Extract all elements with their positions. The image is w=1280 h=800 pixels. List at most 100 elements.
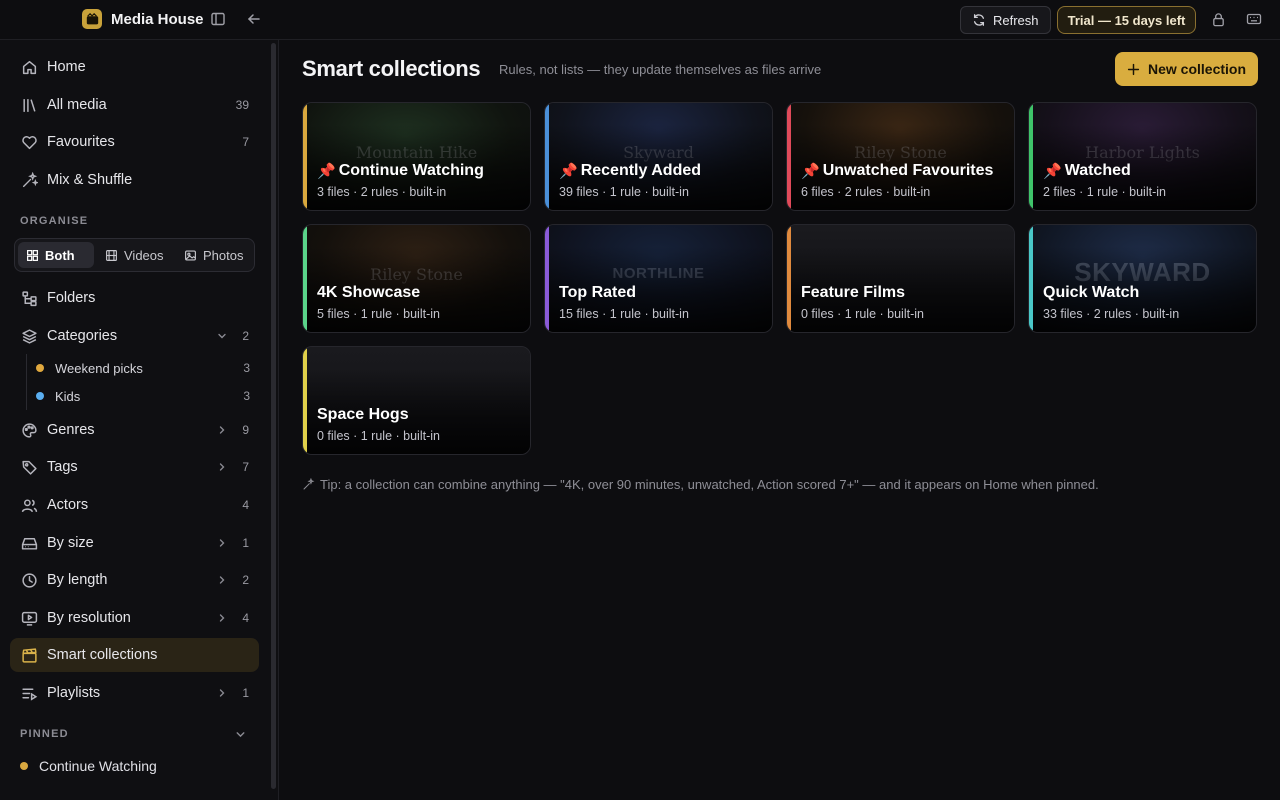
clock-icon bbox=[20, 571, 38, 589]
sidebar-item-by-resolution[interactable]: By resolution 4 bbox=[10, 601, 259, 635]
chevron-right-icon[interactable] bbox=[215, 611, 229, 625]
sidebar-item-count: 9 bbox=[242, 423, 249, 437]
card-title-label: Recently Added bbox=[580, 162, 702, 179]
sidebar-item-by-size[interactable]: By size 1 bbox=[10, 526, 259, 560]
app-logo-icon bbox=[82, 9, 102, 29]
sidebar-item-label: Tags bbox=[47, 459, 78, 475]
category-color-dot bbox=[36, 364, 44, 372]
sidebar-item-favourites[interactable]: Favourites 7 bbox=[10, 125, 259, 159]
card-title: 📌 Recently Added bbox=[559, 162, 701, 180]
sidebar-item-genres[interactable]: Genres 9 bbox=[10, 413, 259, 447]
sidebar-item-smart-collections[interactable]: Smart collections bbox=[10, 638, 259, 672]
collection-card[interactable]: Feature Films 0 files · 1 rule · built-in bbox=[786, 224, 1015, 333]
refresh-button[interactable]: Refresh bbox=[960, 6, 1051, 34]
sidebar-item-home[interactable]: Home bbox=[10, 50, 259, 84]
card-accent-bar bbox=[303, 225, 307, 332]
collection-card[interactable]: Space Hogs 0 files · 1 rule · built-in bbox=[302, 346, 531, 455]
section-label-organise: ORGANISE bbox=[20, 215, 89, 227]
chevron-right-icon[interactable] bbox=[215, 686, 229, 700]
card-title-label: Space Hogs bbox=[317, 406, 409, 423]
trial-badge-button[interactable]: Trial — 15 days left bbox=[1057, 6, 1196, 34]
card-accent-bar bbox=[545, 225, 549, 332]
keyboard-icon[interactable] bbox=[1245, 10, 1263, 28]
sidebar-item-count: 7 bbox=[242, 135, 249, 149]
category-label: Weekend picks bbox=[55, 360, 143, 376]
category-item-weekend-picks[interactable]: Weekend picks 3 bbox=[36, 355, 259, 381]
chevron-right-icon[interactable] bbox=[215, 573, 229, 587]
sidebar-item-tags[interactable]: Tags 7 bbox=[10, 450, 259, 484]
category-label: Kids bbox=[55, 388, 81, 404]
lock-icon[interactable] bbox=[1209, 10, 1227, 28]
sidebar-item-actors[interactable]: Actors 4 bbox=[10, 488, 259, 522]
card-meta: 2 files · 1 rule · built-in bbox=[1043, 185, 1166, 199]
chevron-right-icon[interactable] bbox=[215, 536, 229, 550]
film-icon bbox=[106, 249, 117, 261]
library-icon bbox=[20, 96, 38, 114]
sidebar-item-count: 39 bbox=[235, 98, 249, 112]
sidebar-item-label: Categories bbox=[47, 328, 118, 344]
refresh-icon bbox=[973, 14, 985, 26]
collection-card[interactable]: Skyward📌Recently Added39 files · 1 rule … bbox=[544, 102, 773, 211]
sidebar-item-playlists[interactable]: Playlists 1 bbox=[10, 676, 259, 710]
collection-card[interactable]: SKYWARDQuick Watch33 files · 2 rules · b… bbox=[1028, 224, 1257, 333]
card-meta: 6 files · 2 rules · built-in bbox=[801, 185, 931, 199]
back-arrow-icon[interactable] bbox=[245, 10, 263, 28]
card-title: 4K Showcase bbox=[317, 284, 420, 302]
pinned-color-dot bbox=[20, 762, 28, 770]
card-title-label: Continue Watching bbox=[338, 162, 484, 179]
category-count: 3 bbox=[243, 389, 250, 403]
card-title-label: Watched bbox=[1064, 162, 1131, 179]
sidebar-item-label: By resolution bbox=[47, 610, 131, 626]
palette-icon bbox=[20, 421, 38, 439]
chevron-right-icon[interactable] bbox=[215, 460, 229, 474]
sidebar-item-label: Favourites bbox=[47, 134, 115, 150]
sidebar-item-all-media[interactable]: All media 39 bbox=[10, 88, 259, 122]
card-title-label: Quick Watch bbox=[1043, 284, 1140, 301]
hard-drive-icon bbox=[20, 534, 38, 552]
sparkles-icon bbox=[303, 478, 315, 490]
chevron-right-icon[interactable] bbox=[215, 423, 229, 437]
pinned-collapse-chevron-icon[interactable] bbox=[234, 728, 248, 742]
tag-icon bbox=[20, 458, 38, 476]
tree-guide-line bbox=[26, 354, 27, 410]
sidebar-item-label: Genres bbox=[47, 422, 95, 438]
card-meta: 39 files · 1 rule · built-in bbox=[559, 185, 689, 199]
new-collection-button[interactable]: New collection bbox=[1115, 52, 1258, 86]
sidebar-item-label: Playlists bbox=[47, 685, 101, 701]
collection-card[interactable]: NORTHLINETop Rated15 files · 1 rule · bu… bbox=[544, 224, 773, 333]
chevron-down-icon[interactable] bbox=[215, 329, 229, 343]
section-label-pinned: PINNED bbox=[20, 728, 69, 740]
filter-videos-label: Videos bbox=[124, 247, 164, 263]
sidebar-item-categories[interactable]: Categories 2 bbox=[10, 319, 259, 353]
new-collection-label: New collection bbox=[1147, 61, 1247, 77]
pinned-item-label: Continue Watching bbox=[39, 758, 157, 774]
sidebar-item-mix-shuffle[interactable]: Mix & Shuffle bbox=[10, 163, 259, 197]
sidebar-item-count: 2 bbox=[242, 573, 249, 587]
filter-videos-button[interactable]: Videos bbox=[97, 242, 175, 268]
category-item-kids[interactable]: Kids 3 bbox=[36, 383, 259, 409]
sidebar-item-folders[interactable]: Folders bbox=[10, 281, 259, 315]
card-accent-bar bbox=[1029, 225, 1033, 332]
clapperboard-icon bbox=[20, 646, 38, 664]
card-accent-bar bbox=[787, 103, 791, 210]
sidebar-scrollbar[interactable] bbox=[271, 43, 276, 789]
sidebar-item-label: Actors bbox=[47, 497, 89, 513]
pinned-item-continue-watching[interactable]: Continue Watching bbox=[20, 758, 157, 774]
folder-tree-icon bbox=[20, 289, 38, 307]
sidebar-item-by-length[interactable]: By length 2 bbox=[10, 563, 259, 597]
sidebar-toggle-icon[interactable] bbox=[209, 10, 227, 28]
collection-card[interactable]: Harbor Lights📌Watched2 files · 1 rule · … bbox=[1028, 102, 1257, 211]
filter-photos-button[interactable]: Photos bbox=[176, 242, 254, 268]
sidebar-item-count: 1 bbox=[242, 536, 249, 550]
card-accent-bar bbox=[787, 225, 791, 332]
collection-card[interactable]: Riley Stone4K Showcase5 files · 1 rule ·… bbox=[302, 224, 531, 333]
users-icon bbox=[20, 496, 38, 514]
filter-both-button[interactable]: Both bbox=[18, 242, 94, 268]
playlist-icon bbox=[20, 684, 38, 702]
collection-card[interactable]: Mountain Hike📌Continue Watching3 files ·… bbox=[302, 102, 531, 211]
collection-card[interactable]: Riley Stone📌Unwatched Favourites6 files … bbox=[786, 102, 1015, 211]
card-title-label: 4K Showcase bbox=[317, 284, 421, 301]
sidebar-item-count: 4 bbox=[242, 611, 249, 625]
card-title: Quick Watch bbox=[1043, 284, 1139, 302]
card-title: 📌 Watched bbox=[1043, 162, 1131, 180]
